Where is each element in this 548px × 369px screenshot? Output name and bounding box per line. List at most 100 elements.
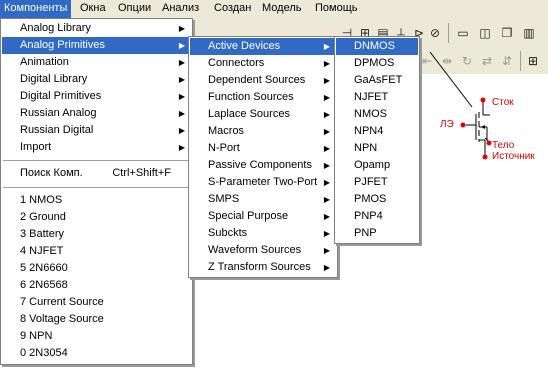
menu-item-opamp[interactable]: Opamp [336,157,418,174]
menu-item-active-devices[interactable]: Active Devices ▶ [190,38,336,55]
menu-item-passive-components[interactable]: Passive Components ▶ [190,157,336,174]
menu-item-label: Analog Library [20,22,91,34]
menu-item-label: Digital Primitives [20,90,102,102]
menu-item-njfet[interactable]: NJFET [336,89,418,106]
menu-item-recent[interactable]: 4 NJFET [2,243,191,260]
menu-item-pmos[interactable]: PMOS [336,191,418,208]
submenu-arrow-icon: ▶ [323,229,330,238]
menu-item-label: 9 NPN [20,330,53,342]
submenu-arrow-icon: ▶ [323,42,330,51]
menu-item-label: Animation [20,56,69,68]
menu-item-label: 6 2N6568 [20,279,68,291]
menu-item-recent[interactable]: 8 Voltage Source [2,311,191,328]
menu-item-label: 8 Voltage Source [20,313,104,325]
label-gate: ЛЭ [440,119,454,130]
submenu-arrow-icon: ▶ [178,58,185,67]
menu-item-label: Macros [208,125,245,137]
menu-item-label: NPN4 [354,125,384,137]
label-drain: Сток [492,97,514,108]
menu-item-label: Поиск Комп. [20,167,83,179]
menu-item-label: PMOS [354,193,387,205]
menu-separator [3,160,190,162]
menu-item-waveform-sources[interactable]: Waveform Sources ▶ [190,242,336,259]
menu-item-recent[interactable]: 2 Ground [2,209,191,226]
menu-item-label: Laplace Sources [208,108,290,120]
menu-item-label: Import [20,141,52,153]
menu-item-special-purpose[interactable]: Special Purpose ▶ [190,208,336,225]
menu-item-digital-primitives[interactable]: Digital Primitives ▶ [2,88,191,105]
menu-item-label: 2 Ground [20,211,66,223]
menu-item-label: 3 Battery [20,228,65,240]
menu-item-import[interactable]: Import ▶ [2,139,191,156]
menu-item-label: GaAsFET [354,74,403,86]
menu-item-label: Z Transform Sources [208,261,311,273]
menu-item-analog-primitives[interactable]: Analog Primitives ▶ [2,37,191,54]
menu-item-analog-library[interactable]: Analog Library ▶ [2,20,191,37]
pin-drain [480,97,486,103]
menu-item-label: 5 2N6660 [20,262,68,274]
menu-item-label: Digital Library [20,73,88,85]
submenu-arrow-icon: ▶ [323,144,330,153]
menu-item-recent[interactable]: 3 Battery [2,226,191,243]
menu-item-label: Passive Components [208,159,312,171]
menu-item-subckts[interactable]: Subckts ▶ [190,225,336,242]
submenu-arrow-icon: ▶ [178,126,185,135]
menu-item-animation[interactable]: Animation ▶ [2,54,191,71]
submenu-arrow-icon: ▶ [323,127,330,136]
submenu-arrow-icon: ▶ [323,161,330,170]
menu-item-dependent-sources[interactable]: Dependent Sources ▶ [190,72,336,89]
submenu-arrow-icon: ▶ [178,24,185,33]
menu-item-connectors[interactable]: Connectors ▶ [190,55,336,72]
menu-item-gaasfet[interactable]: GaAsFET [336,72,418,89]
menu-item-russian-digital[interactable]: Russian Digital ▶ [2,122,191,139]
menu-item-find-component[interactable]: Поиск Комп. Ctrl+Shift+F [2,165,191,182]
menu-item-recent[interactable]: 6 2N6568 [2,277,191,294]
menu-item-pnp[interactable]: PNP [336,225,418,242]
menu-item-label: S-Parameter Two-Port [208,176,318,188]
menu-item-recent[interactable]: 0 2N3054 [2,345,191,362]
pin-body [486,140,492,146]
menu-item-n-port[interactable]: N-Port ▶ [190,140,336,157]
menu-item-macros[interactable]: Macros ▶ [190,123,336,140]
menu-item-s-parameter-two-port[interactable]: S-Parameter Two-Port ▶ [190,174,336,191]
submenu-arrow-icon: ▶ [178,143,185,152]
menu-item-recent[interactable]: 5 2N6660 [2,260,191,277]
menu-item-label: PJFET [354,176,388,188]
menu-item-label: DPMOS [354,57,395,69]
menu-item-laplace-sources[interactable]: Laplace Sources ▶ [190,106,336,123]
menu-item-pnp4[interactable]: PNP4 [336,208,418,225]
submenu-arrow-icon: ▶ [323,263,330,272]
menu-item-russian-analog[interactable]: Russian Analog ▶ [2,105,191,122]
pointer-line [429,51,473,108]
menu-item-label: Active Devices [208,40,281,52]
components-menu: Analog Library ▶ Analog Primitives ▶ Anima… [0,18,193,365]
submenu-arrow-icon: ▶ [323,212,330,221]
menu-item-recent[interactable]: 9 NPN [2,328,191,345]
pin-source [482,154,488,160]
menu-item-function-sources[interactable]: Function Sources ▶ [190,89,336,106]
submenu-arrow-icon: ▶ [323,76,330,85]
menu-item-digital-library[interactable]: Digital Library ▶ [2,71,191,88]
mosfet-symbol [466,100,491,157]
submenu-arrow-icon: ▶ [178,41,185,50]
menu-item-z-transform-sources[interactable]: Z Transform Sources ▶ [190,259,336,276]
menu-item-label: Waveform Sources [208,244,302,256]
menu-item-label: PNP4 [354,210,383,222]
menu-item-label: Subckts [208,227,248,239]
menu-item-npn[interactable]: NPN [336,140,418,157]
menu-item-nmos[interactable]: NMOS [336,106,418,123]
menu-item-label: SMPS [208,193,240,205]
submenu-arrow-icon: ▶ [178,109,185,118]
menu-item-recent[interactable]: 7 Current Source [2,294,191,311]
menu-item-label: 0 2N3054 [20,347,68,359]
menu-item-pjfet[interactable]: PJFET [336,174,418,191]
submenu-arrow-icon: ▶ [178,92,185,101]
menu-item-dpmos[interactable]: DPMOS [336,55,418,72]
menu-item-npn4[interactable]: NPN4 [336,123,418,140]
menu-item-label: Function Sources [208,91,294,103]
menu-item-smps[interactable]: SMPS ▶ [190,191,336,208]
submenu-arrow-icon: ▶ [323,178,330,187]
menu-item-dnmos[interactable]: DNMOS [336,38,418,55]
menu-item-recent[interactable]: 1 NMOS [2,192,191,209]
menu-item-label: N-Port [208,142,240,154]
